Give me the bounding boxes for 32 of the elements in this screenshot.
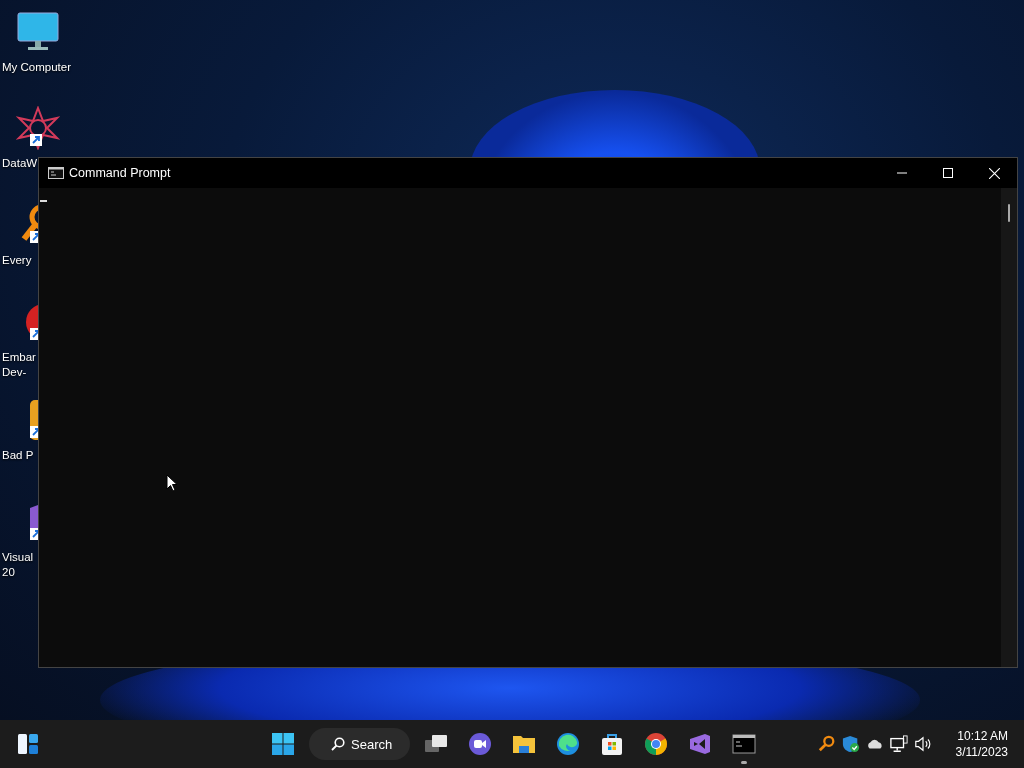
date-label: 3/11/2023 bbox=[955, 744, 1008, 760]
console-icon bbox=[48, 167, 64, 179]
search-icon bbox=[331, 737, 345, 751]
maximize-icon bbox=[943, 168, 953, 178]
start-icon[interactable] bbox=[271, 732, 295, 756]
desktop-icon-label: Dev- bbox=[1, 365, 27, 380]
mouse-pointer-icon bbox=[166, 474, 178, 492]
clock[interactable]: 10:12 AM 3/11/2023 bbox=[955, 728, 1008, 760]
window-title: Command Prompt bbox=[69, 166, 171, 180]
chat-icon[interactable] bbox=[468, 732, 493, 756]
desktop-icon-label: Bad P bbox=[1, 448, 34, 463]
desktop-icon-label: My Computer bbox=[1, 60, 72, 75]
chrome-icon[interactable] bbox=[644, 732, 669, 756]
star-icon[interactable] bbox=[16, 106, 60, 150]
time-label: 10:12 AM bbox=[957, 728, 1008, 744]
network-icon[interactable] bbox=[889, 735, 908, 753]
magnifier-icon[interactable] bbox=[817, 735, 836, 753]
volume-icon[interactable] bbox=[913, 735, 932, 753]
desktop-icon-label: Every bbox=[1, 253, 32, 268]
desktop-icon-label: Visual bbox=[1, 550, 34, 565]
widgets-icon[interactable] bbox=[17, 733, 39, 755]
desktop-icon-label: 20 bbox=[1, 565, 15, 580]
shield-icon[interactable] bbox=[841, 735, 860, 753]
scrollbar[interactable] bbox=[1001, 188, 1017, 667]
search-button[interactable]: Search bbox=[309, 728, 411, 760]
desktop-icon-label: Embar bbox=[1, 350, 36, 365]
edge-icon[interactable] bbox=[556, 732, 581, 756]
store-icon[interactable] bbox=[600, 732, 625, 756]
text-cursor bbox=[40, 200, 47, 202]
desktop-icon-label: DataW bbox=[1, 156, 38, 171]
console-icon[interactable] bbox=[732, 732, 757, 756]
close-icon bbox=[988, 167, 1000, 179]
